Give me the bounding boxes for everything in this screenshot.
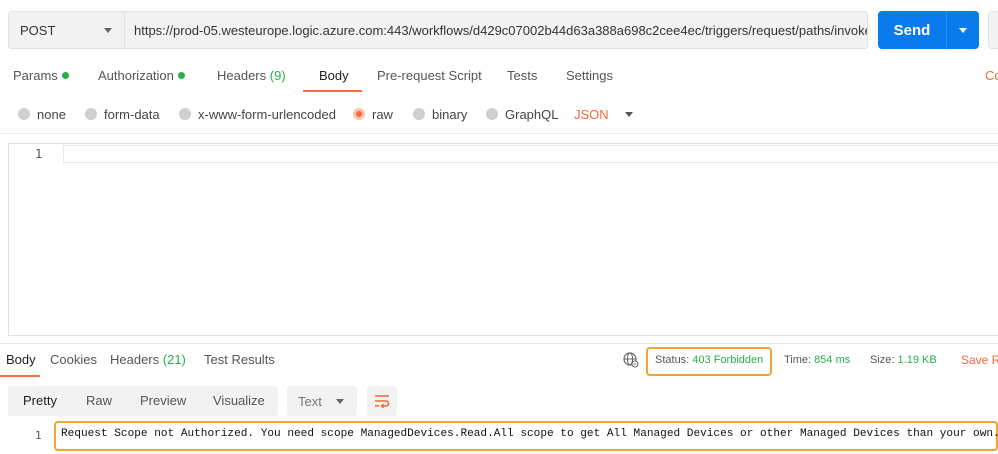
format-label: Text: [298, 393, 322, 409]
chevron-down-icon: [336, 398, 344, 404]
status-value: 403 Forbidden: [692, 354, 764, 366]
save-response-button[interactable]: Save R: [961, 348, 998, 372]
radio-none-label: none: [37, 106, 66, 122]
radio-form-data-label: form-data: [104, 106, 160, 122]
params-indicator-dot: [61, 72, 69, 79]
radio-circle-icon: [413, 108, 425, 120]
size-label: Size:: [870, 354, 895, 366]
response-tab-test-results[interactable]: Test Results: [204, 348, 275, 372]
response-view-toolbar: Pretty Raw Preview Visualize: [8, 386, 278, 416]
save-button[interactable]: [988, 11, 998, 49]
tab-headers[interactable]: Headers (9): [217, 62, 286, 94]
send-options-button[interactable]: [946, 11, 979, 49]
tab-authorization-label: Authorization: [98, 68, 174, 83]
response-tab-headers-label: Headers: [110, 352, 160, 367]
method-select[interactable]: POST: [8, 11, 124, 49]
line-number: 1: [35, 147, 43, 161]
wrap-lines-icon: [375, 395, 390, 409]
response-headers-count: (21): [162, 352, 186, 367]
authorization-indicator-dot: [177, 72, 185, 79]
radio-urlencoded-label: x-www-form-urlencoded: [198, 106, 336, 122]
send-button-group: Send: [878, 11, 979, 49]
active-tab-underline: [0, 375, 40, 377]
tab-params[interactable]: Params: [13, 62, 69, 94]
method-label: POST: [20, 22, 56, 38]
cookies-link[interactable]: Co: [985, 62, 998, 90]
status-label: Status:: [655, 354, 690, 366]
tab-tests[interactable]: Tests: [507, 62, 537, 94]
response-status: Status: 403 Forbidden: [655, 348, 763, 372]
globe-icon[interactable]: [623, 352, 639, 368]
tab-params-label: Params: [13, 68, 58, 83]
url-input[interactable]: https://prod-05.westeurope.logic.azure.c…: [124, 11, 868, 49]
divider: [0, 133, 998, 134]
body-type-selector: none form-data x-www-form-urlencoded raw…: [0, 103, 998, 125]
send-button[interactable]: Send: [878, 11, 946, 49]
language-select[interactable]: JSON: [574, 103, 633, 125]
radio-circle-icon: [85, 108, 97, 120]
radio-circle-icon: [18, 108, 30, 120]
time-value: 854 ms: [814, 354, 851, 366]
request-body-editor[interactable]: 1: [8, 143, 998, 336]
radio-form-data[interactable]: form-data: [85, 103, 160, 125]
tab-authorization[interactable]: Authorization: [98, 62, 185, 94]
tab-prerequest-script[interactable]: Pre-request Script: [377, 62, 482, 94]
view-visualize-button[interactable]: Visualize: [213, 386, 265, 416]
radio-binary[interactable]: binary: [413, 103, 467, 125]
time-label: Time:: [784, 354, 812, 366]
request-tabs: Params Authorization Headers (9) Body Pr…: [0, 62, 998, 94]
request-bar: POST https://prod-05.westeurope.logic.az…: [8, 11, 868, 49]
response-body-text: Request Scope not Authorized. You need s…: [61, 428, 998, 440]
language-label: JSON: [574, 106, 609, 122]
radio-graphql[interactable]: GraphQL: [486, 103, 558, 125]
response-time: Time: 854 ms: [784, 348, 850, 372]
tab-settings[interactable]: Settings: [566, 62, 613, 94]
response-size: Size: 1.19 KB: [870, 348, 937, 372]
radio-graphql-label: GraphQL: [505, 106, 559, 122]
radio-circle-icon: [486, 108, 498, 120]
radio-none[interactable]: none: [18, 103, 66, 125]
chevron-down-icon: [959, 27, 967, 33]
response-line-number: 1: [35, 429, 42, 442]
radio-urlencoded[interactable]: x-www-form-urlencoded: [179, 103, 336, 125]
response-tab-cookies[interactable]: Cookies: [50, 348, 97, 372]
radio-binary-label: binary: [432, 106, 468, 122]
chevron-down-icon: [104, 27, 112, 33]
response-tab-headers[interactable]: Headers (21): [110, 348, 186, 372]
radio-raw[interactable]: raw: [353, 103, 393, 125]
radio-raw-label: raw: [372, 106, 393, 122]
editor-active-line[interactable]: [63, 145, 998, 163]
divider: [0, 343, 998, 344]
wrap-lines-button[interactable]: [367, 386, 397, 416]
size-value: 1.19 KB: [897, 354, 937, 366]
format-select[interactable]: Text: [287, 386, 357, 416]
view-preview-button[interactable]: Preview: [140, 386, 186, 416]
chevron-down-icon: [624, 111, 633, 117]
response-tab-body[interactable]: Body: [6, 348, 36, 372]
headers-count: (9): [269, 68, 286, 83]
view-raw-button[interactable]: Raw: [86, 386, 112, 416]
radio-circle-icon: [179, 108, 191, 120]
active-tab-underline: [303, 90, 362, 92]
radio-selected-icon: [353, 108, 365, 120]
view-pretty-button[interactable]: Pretty: [23, 386, 57, 416]
tab-headers-label: Headers: [217, 68, 267, 83]
